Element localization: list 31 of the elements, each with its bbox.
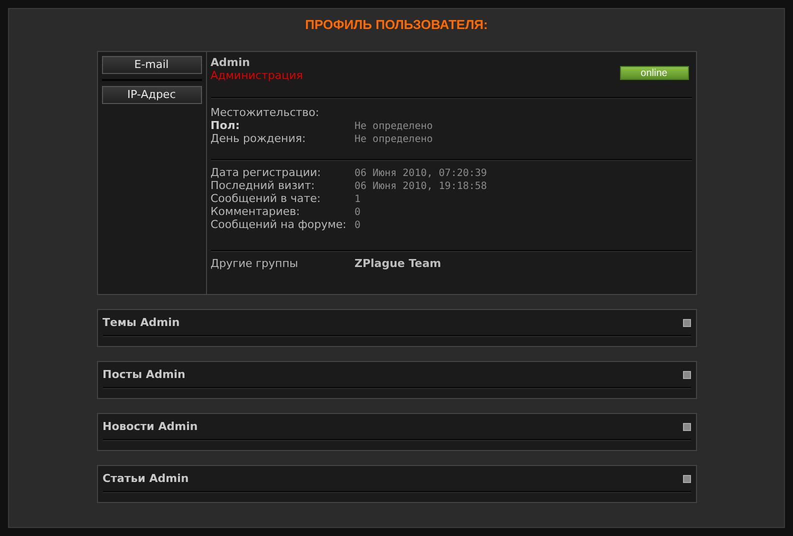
field-value: 06 Июня 2010, 07:20:39 (354, 167, 487, 181)
field-label: Местожительство: (210, 105, 320, 121)
field-label: Другие группы (210, 256, 300, 272)
user-group: Администрация (210, 69, 303, 82)
toggle-icon[interactable] (682, 423, 690, 431)
section-title: Статьи Admin (102, 470, 189, 487)
field-label: День рождения: (210, 131, 307, 148)
field-value: 0 (354, 219, 361, 233)
toggle-icon[interactable] (682, 371, 690, 379)
field-label: Последний визит: (210, 178, 316, 194)
field-value: 06 Июня 2010, 19:18:58 (354, 180, 487, 194)
section-title: Новости Admin (102, 418, 198, 435)
field-label: Сообщений в чате: (210, 191, 322, 207)
toggle-icon[interactable] (682, 475, 690, 483)
user-name: Admin (210, 57, 251, 69)
field-label: Комментариев: (210, 204, 301, 220)
section-title: Темы Admin (102, 314, 180, 331)
field-value: Не определено (354, 120, 433, 134)
profile-button[interactable]: E-mail (102, 56, 202, 74)
field-value: Не определено (354, 133, 433, 147)
page-title: ПРОФИЛЬ ПОЛЬЗОВАТЕЛЯ: (305, 16, 488, 33)
field-label: Сообщений на форуме: (210, 218, 348, 234)
toggle-icon[interactable] (682, 319, 690, 327)
field-value: 1 (354, 193, 361, 207)
profile-button[interactable]: IP-Адрес (102, 86, 202, 104)
section-title: Посты Admin (102, 366, 186, 383)
status-badge: online (620, 66, 688, 80)
field-label: Дата регистрации: (210, 165, 322, 180)
field-value: 0 (354, 206, 361, 220)
field-label: Пол: (210, 118, 241, 134)
group-name: ZPlague Team (354, 256, 442, 272)
